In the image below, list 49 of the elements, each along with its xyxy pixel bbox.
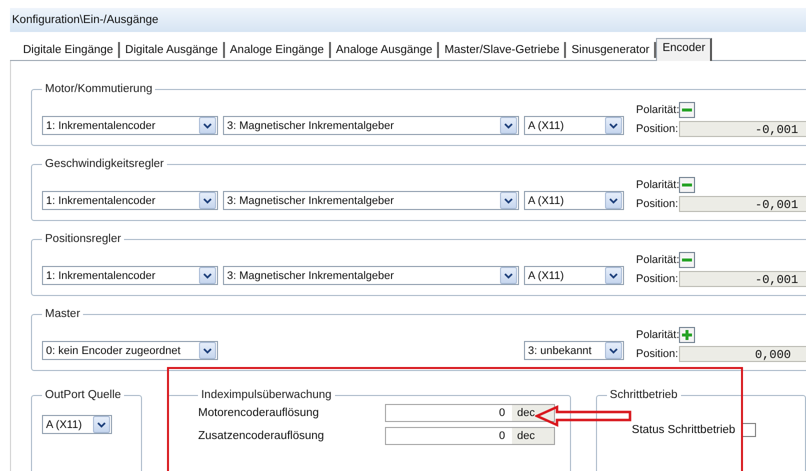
polarity-label: Polarität:: [636, 328, 676, 340]
checkbox[interactable]: [742, 423, 756, 437]
group-title: OutPort Quelle: [44, 389, 122, 401]
dropdown[interactable]: 1: Inkrementalencoder: [42, 266, 218, 285]
position-field: -0,001: [679, 196, 806, 212]
position-label: Position:: [636, 348, 676, 360]
dropdown[interactable]: 3: unbekannt: [524, 341, 624, 360]
position-label: Position:: [636, 272, 676, 284]
tab[interactable]: Analoge Eingänge: [224, 42, 331, 58]
tab[interactable]: Digitale Eingänge: [18, 42, 120, 58]
window-title: Konfiguration\Ein-/Ausgänge: [12, 14, 158, 26]
group-title: Positionsregler: [44, 233, 122, 245]
minus-icon[interactable]: [679, 176, 695, 192]
group-title: Indeximpulsüberwachung: [200, 389, 333, 401]
position-field: -0,001: [679, 270, 806, 286]
dropdown[interactable]: 3: Magnetischer Inkrementalgeber: [223, 116, 519, 135]
checkbox-label: Status Schrittbetrieb: [632, 424, 736, 436]
dropdown[interactable]: A (X11): [524, 116, 624, 135]
minus-icon[interactable]: [679, 252, 695, 268]
position-label: Position:: [636, 122, 676, 134]
polarity-label: Polarität:: [636, 178, 676, 190]
group-title: Master: [44, 308, 82, 320]
tab[interactable]: Digitale Ausgänge: [120, 42, 225, 58]
polarity-label: Polarität:: [636, 104, 676, 116]
dropdown[interactable]: A (X11): [524, 191, 624, 210]
position-field: 0,000: [679, 346, 806, 362]
dropdown[interactable]: 1: Inkrementalencoder: [42, 191, 218, 210]
tab[interactable]: Encoder: [656, 38, 712, 61]
group-title: Motor/Kommutierung: [44, 83, 154, 95]
dropdown[interactable]: 3: Magnetischer Inkrementalgeber: [223, 191, 519, 210]
dropdown[interactable]: 1: Inkrementalencoder: [42, 116, 218, 135]
group-title: Schrittbetrieb: [608, 389, 679, 401]
plus-icon[interactable]: [679, 326, 695, 342]
field-label: Motorencoderauflösung: [198, 406, 320, 418]
dropdown[interactable]: 0: kein Encoder zugeordnet: [42, 341, 218, 360]
dropdown[interactable]: A (X11): [524, 266, 624, 285]
dropdown[interactable]: A (X11): [42, 415, 112, 434]
group-title: Geschwindigkeitsregler: [44, 158, 165, 170]
position-label: Position:: [636, 198, 676, 210]
field-label: Zusatzencoderauflösung: [198, 430, 326, 442]
polarity-label: Polarität:: [636, 254, 676, 266]
position-field: -0,001: [679, 120, 806, 136]
arrow-icon: [535, 405, 633, 427]
tab[interactable]: Master/Slave-Getriebe: [439, 42, 566, 58]
input-field[interactable]: 0 dec: [385, 404, 556, 422]
input-field[interactable]: 0 dec: [385, 426, 556, 444]
tab[interactable]: Analoge Ausgänge: [330, 42, 440, 58]
minus-icon[interactable]: [679, 102, 695, 118]
dropdown[interactable]: 3: Magnetischer Inkrementalgeber: [223, 266, 519, 285]
